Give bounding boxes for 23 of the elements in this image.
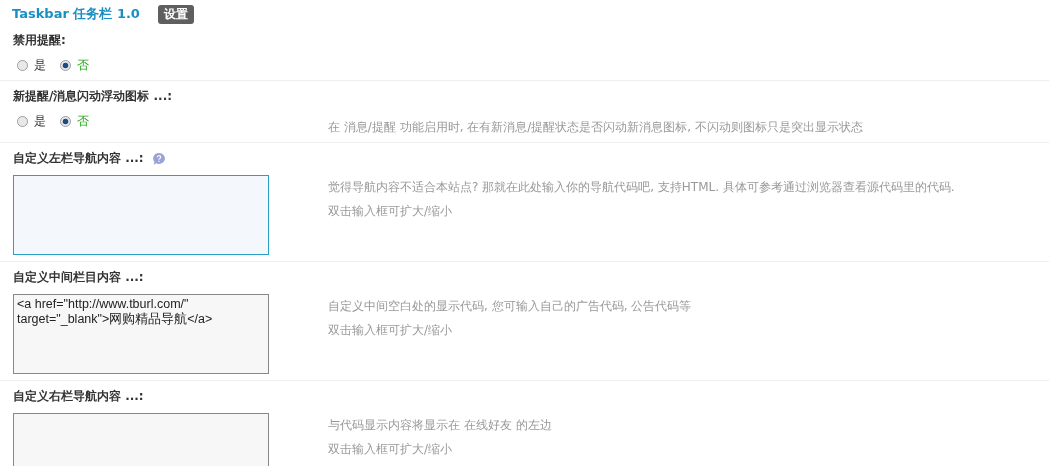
radio-button[interactable] bbox=[60, 60, 71, 71]
page-title: Taskbar 任务栏 1.0 bbox=[12, 5, 140, 23]
radio-button[interactable] bbox=[60, 116, 71, 127]
radio-button[interactable] bbox=[17, 60, 28, 71]
description-text: 在 消息/提醒 功能启用时, 在有新消息/提醒状态是否闪动新消息图标, 不闪动则图标只是突出显示状态 bbox=[328, 119, 863, 136]
description-text: 双击输入框可扩大/缩小 bbox=[328, 441, 454, 458]
setting-label: 禁用提醒: bbox=[13, 32, 66, 49]
help-icon[interactable] bbox=[151, 151, 166, 166]
description-text: 觉得导航内容不适合本站点? 那就在此处输入你的导航代码吧, 支持HTML. 具体可参考通过浏览器查看源代码里的代码. bbox=[328, 179, 955, 196]
radio-label[interactable]: 是 bbox=[34, 113, 46, 130]
setting-label: 自定义中间栏目内容 ...: bbox=[13, 269, 144, 286]
code-field[interactable]: <a href="http://www.tburl.com/" target="_blank">网购精品导航</a> bbox=[13, 294, 269, 374]
setting-label: 自定义左栏导航内容 ...: bbox=[13, 150, 144, 167]
description-text: 双击输入框可扩大/缩小 bbox=[328, 322, 454, 339]
code-field[interactable] bbox=[13, 175, 269, 255]
setting-label: 新提醒/消息闪动浮动图标 ...: bbox=[13, 88, 173, 105]
description-text: 与代码显示内容将显示在 在线好友 的左边 bbox=[328, 417, 552, 434]
settings-button[interactable]: 设置 bbox=[157, 4, 194, 24]
setting-label: 自定义右栏导航内容 ...: bbox=[13, 388, 144, 405]
radio-label[interactable]: 是 bbox=[34, 57, 46, 74]
description-text: 自定义中间空白处的显示代码, 您可输入自己的广告代码, 公告代码等 bbox=[328, 298, 692, 315]
radio-button[interactable] bbox=[17, 116, 28, 127]
description-text: 双击输入框可扩大/缩小 bbox=[328, 203, 454, 220]
